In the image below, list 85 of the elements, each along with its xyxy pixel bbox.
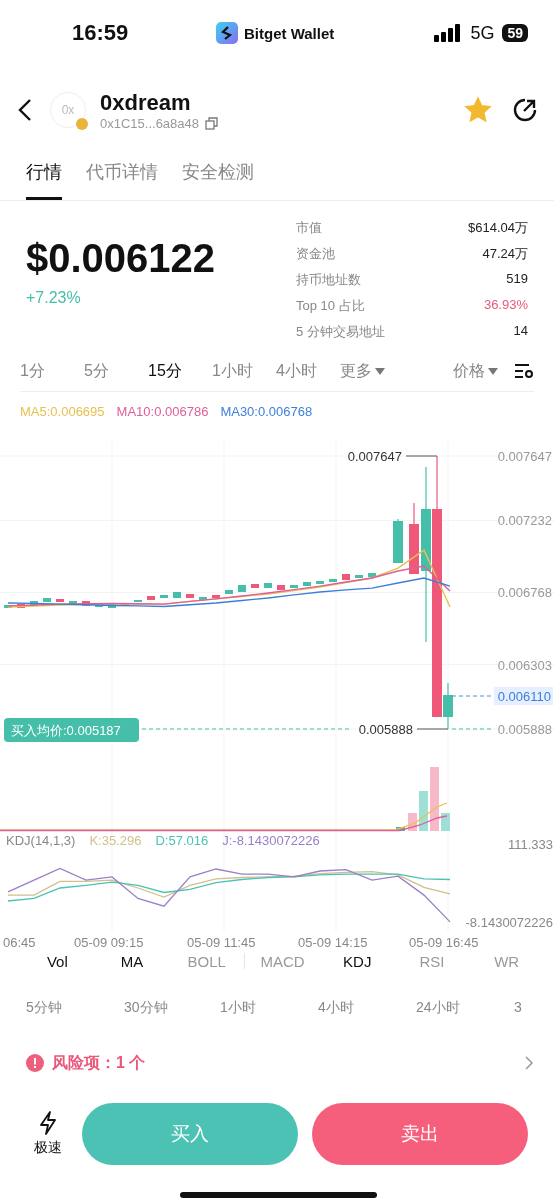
period-label: 3 (514, 999, 523, 1015)
indicator-tab[interactable]: Vol (20, 952, 95, 970)
current-price-tag: 0.006110 (494, 687, 553, 705)
indicator-tab[interactable]: KDJ (319, 952, 395, 970)
leader-line (405, 455, 438, 457)
price-guide-line (451, 728, 493, 730)
contract-address: 0x1C15...6a8a48 (100, 115, 200, 131)
tab[interactable]: 安全检测 (182, 156, 254, 200)
period-label: 4小时 (318, 999, 355, 1017)
lightning-icon (39, 1111, 57, 1135)
interval-tab[interactable]: 15分 (148, 360, 212, 382)
time-axis-label: 05-09 14:15 (298, 935, 368, 950)
stat-label: 资金池 (296, 245, 335, 263)
network-label: 5G (470, 22, 495, 44)
stat-label: 5 分钟交易地址 (296, 323, 385, 341)
stat-label: 持币地址数 (296, 271, 361, 289)
period-label: 1小时 (220, 999, 257, 1017)
speed-mode-button[interactable]: 极速 (28, 1111, 68, 1157)
kdj-value: D:57.016 (155, 833, 209, 848)
ma-legend-label: MA30:0.006768 (220, 404, 313, 419)
token-name: 0xdream (100, 89, 192, 116)
time-axis-label: 05-09 09:15 (74, 935, 144, 950)
tab[interactable]: 行情 (26, 156, 62, 200)
indicator-tab[interactable]: MACD (245, 952, 320, 970)
price-axis-label: 0.006303 (497, 657, 552, 673)
period-label: 5分钟 (26, 999, 63, 1017)
price-axis-label: 0.005888 (497, 722, 552, 737)
leader-line (416, 728, 449, 730)
stat-label: Top 10 占比 (296, 297, 365, 315)
app-logo-icon (216, 22, 238, 44)
price-guide-line (451, 695, 493, 697)
kdj-value: J:-8.1430072226 (222, 833, 320, 848)
period-label: 30分钟 (124, 999, 169, 1017)
time-axis-label: 05-09 11:45 (187, 935, 256, 950)
more-dropdown[interactable]: 更多 (340, 360, 385, 382)
share-icon[interactable] (512, 97, 538, 123)
ma-legend-label: MA10:0.006786 (116, 404, 209, 419)
low-price-label: 0.005888 (358, 722, 413, 737)
kdj-value: K:35.296 (89, 833, 142, 848)
price-change: +7.23% (26, 288, 82, 307)
tab[interactable]: 代币详情 (86, 156, 158, 200)
kdj-axis-label: 111.333 (507, 837, 553, 852)
high-price-label: 0.007647 (347, 449, 402, 464)
warning-icon (26, 1054, 44, 1072)
battery-level: 59 (502, 24, 528, 42)
star-icon[interactable] (464, 96, 492, 124)
buy-button[interactable]: 买入 (82, 1103, 298, 1165)
app-name: Bitget Wallet (244, 24, 335, 42)
chain-badge-icon (76, 118, 88, 130)
chart-settings-icon[interactable] (514, 363, 534, 379)
buy-average-badge: 买入均价:0.005187 (4, 718, 139, 742)
stat-value: 519 (506, 271, 528, 288)
indicator-tab[interactable]: BOLL (169, 952, 245, 970)
token-price: $0.006122 (26, 235, 217, 281)
interval-tab[interactable]: 1小时 (212, 360, 276, 382)
kdj-title: KDJ(14,1,3) (6, 833, 76, 848)
stat-value: 47.24万 (482, 245, 528, 263)
candlestick (393, 518, 403, 564)
sell-button[interactable]: 卖出 (312, 1103, 528, 1165)
stat-value: 36.93% (483, 297, 528, 314)
clock-time: 16:59 (72, 20, 130, 46)
indicator-tab[interactable]: MA (94, 952, 170, 970)
time-axis-label: 05-09 16:45 (409, 935, 479, 950)
interval-tab[interactable]: 1分 (20, 360, 84, 382)
caret-icon (375, 367, 385, 375)
stat-value: $614.04万 (468, 219, 528, 237)
price-axis-label: 0.006768 (497, 585, 552, 601)
signal-icon (434, 24, 463, 42)
price-axis-label: 0.007647 (497, 449, 552, 464)
risk-summary[interactable]: 风险项：1 个 (52, 1052, 524, 1074)
stat-label: 市值 (296, 219, 322, 237)
kdj-axis-label: -8.1430072226 (465, 915, 553, 930)
indicator-tab[interactable]: RSI (394, 952, 470, 970)
price-axis-label: 0.007232 (497, 513, 552, 529)
stat-value: 14 (513, 323, 528, 340)
interval-tab[interactable]: 5分 (84, 360, 148, 382)
period-label: 24小时 (416, 999, 461, 1017)
caret-icon (488, 367, 498, 375)
chevron-right-icon[interactable] (524, 1055, 534, 1071)
time-axis-label: 06:45 (3, 935, 36, 950)
ma-legend-label: MA5:0.006695 (20, 404, 105, 419)
interval-tab[interactable]: 4小时 (276, 360, 340, 382)
price-type-dropdown[interactable]: 价格 (453, 360, 498, 382)
copy-icon[interactable] (205, 116, 219, 130)
indicator-tab[interactable]: WR (469, 952, 545, 970)
